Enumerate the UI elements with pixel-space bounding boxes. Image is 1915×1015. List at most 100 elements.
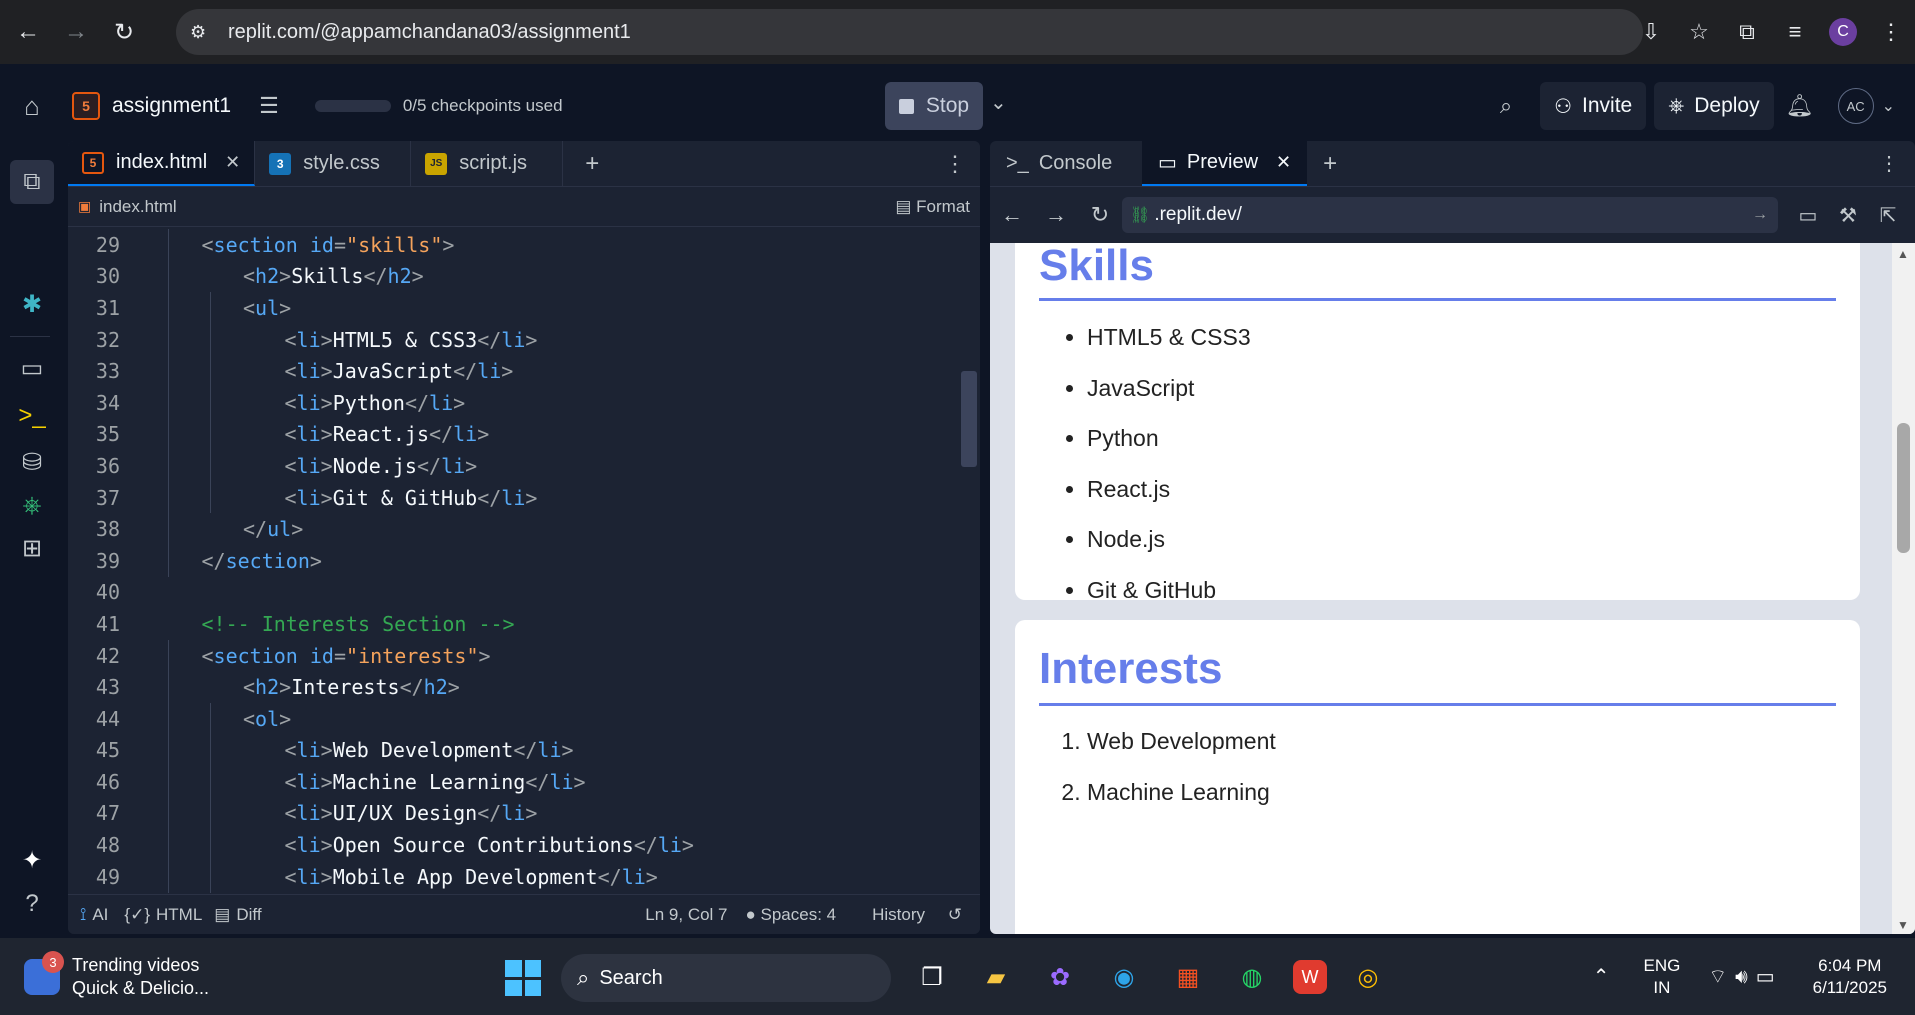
clock[interactable]: 6:04 PM 6/11/2025 bbox=[1813, 955, 1887, 999]
tab-script-js[interactable]: JS script.js bbox=[411, 141, 564, 186]
chevron-down-icon[interactable]: ⌄ bbox=[1882, 96, 1895, 116]
scroll-down-icon[interactable]: ▼ bbox=[1897, 918, 1909, 932]
edge-icon[interactable]: ◉ bbox=[1101, 954, 1147, 1000]
start-icon[interactable] bbox=[505, 960, 541, 996]
cursor-position[interactable]: Ln 9, Col 7 bbox=[645, 905, 727, 925]
code-line[interactable]: 44 <ol> bbox=[68, 703, 958, 735]
devices-icon[interactable]: ▭ bbox=[1788, 203, 1828, 228]
code-line[interactable]: 46 <li>Machine Learning</li> bbox=[68, 766, 958, 798]
deploy-button[interactable]: ⎈ Deploy bbox=[1654, 82, 1774, 130]
code-line[interactable]: 34 <li>Python</li> bbox=[68, 387, 958, 419]
stop-button[interactable]: Stop bbox=[885, 82, 983, 130]
sparkle-icon[interactable]: ✦ bbox=[0, 846, 64, 875]
breadcrumb-file[interactable]: index.html bbox=[99, 197, 176, 217]
store-icon[interactable]: ▦ bbox=[1165, 954, 1211, 1000]
task-view-icon[interactable]: ❐ bbox=[909, 954, 955, 1000]
chevron-up-icon[interactable]: ⌃ bbox=[1593, 964, 1610, 989]
repl-name[interactable]: assignment1 bbox=[112, 94, 231, 118]
add-tab-icon[interactable]: + bbox=[1307, 141, 1353, 186]
browser-menu-icon[interactable]: ⋮ bbox=[1867, 19, 1915, 45]
close-icon[interactable]: ✕ bbox=[225, 152, 240, 173]
media-controls-icon[interactable]: ≡ bbox=[1771, 19, 1819, 45]
open-new-tab-icon[interactable]: ⇱ bbox=[1868, 203, 1908, 228]
forward-icon[interactable]: → bbox=[1034, 202, 1078, 228]
scroll-up-icon[interactable]: ▲ bbox=[1897, 247, 1909, 261]
code-line[interactable]: 37 <li>Git & GitHub</li> bbox=[68, 482, 958, 514]
go-arrow-icon[interactable]: → bbox=[1752, 206, 1768, 224]
code-line[interactable]: 35 <li>React.js</li> bbox=[68, 419, 958, 451]
code-line[interactable]: 48 <li>Open Source Contributions</li> bbox=[68, 829, 958, 861]
code-line[interactable]: 29 <section id="skills"> bbox=[68, 229, 958, 261]
repl-info-icon[interactable]: ☰ bbox=[259, 93, 279, 119]
scroll-thumb[interactable] bbox=[1897, 423, 1910, 553]
code-line[interactable]: 36 <li>Node.js</li> bbox=[68, 450, 958, 482]
code-line[interactable]: 47 <li>UI/UX Design</li> bbox=[68, 798, 958, 830]
tab-index-html[interactable]: 5 index.html ✕ bbox=[68, 141, 256, 186]
tab-style-css[interactable]: 3 style.css bbox=[255, 141, 412, 186]
code-line[interactable]: 33 <li>JavaScript</li> bbox=[68, 355, 958, 387]
format-button[interactable]: ▤ Format bbox=[895, 197, 970, 217]
taskbar-search[interactable]: ⌕ Search bbox=[561, 954, 891, 1002]
code-line[interactable]: 41 <!-- Interests Section --> bbox=[68, 608, 958, 640]
history-button[interactable]: History ↺ bbox=[872, 905, 962, 925]
code-line[interactable]: 42 <section id="interests"> bbox=[68, 640, 958, 672]
widgets-button[interactable]: 3 Trending videos Quick & Delicio... bbox=[24, 951, 209, 1000]
help-icon[interactable]: ? bbox=[0, 890, 64, 918]
forward-icon[interactable]: → bbox=[56, 12, 96, 52]
language-label[interactable]: HTML bbox=[156, 905, 202, 925]
diff-label[interactable]: Diff bbox=[236, 905, 261, 925]
chrome-icon[interactable]: ◎ bbox=[1345, 954, 1391, 1000]
code-line[interactable]: 31 <ul> bbox=[68, 292, 958, 324]
bookmark-star-icon[interactable]: ☆ bbox=[1675, 19, 1723, 45]
webview-icon[interactable]: ▭ bbox=[0, 354, 64, 383]
copilot-icon[interactable]: ✿ bbox=[1037, 954, 1083, 1000]
network-volume-battery-icons[interactable]: ⌔🔊︎▭ bbox=[1708, 964, 1782, 989]
search-icon[interactable]: ⌕ bbox=[1480, 93, 1532, 119]
all-tools-icon[interactable]: ⊞ bbox=[0, 534, 64, 563]
file-explorer-icon[interactable]: ▰ bbox=[973, 954, 1019, 1000]
address-url[interactable]: replit.com/@appamchandana03/assignment1 bbox=[228, 21, 631, 44]
deployments-icon[interactable]: ⎈ bbox=[0, 492, 64, 520]
code-line[interactable]: 49 <li>Mobile App Development</li> bbox=[68, 861, 958, 893]
more-options-icon[interactable]: ⋮ bbox=[1863, 141, 1915, 186]
address-bar[interactable]: ⚙ replit.com/@appamchandana03/assignment… bbox=[176, 9, 1643, 55]
language-indicator[interactable]: ENG IN bbox=[1643, 955, 1680, 999]
shell-icon[interactable]: >_ bbox=[0, 402, 64, 430]
add-tab-icon[interactable]: + bbox=[563, 141, 621, 186]
indent-setting[interactable]: ● Spaces: 4 bbox=[746, 905, 855, 925]
preview-scrollbar[interactable]: ▲ ▼ bbox=[1892, 243, 1915, 934]
reload-icon[interactable]: ↻ bbox=[104, 12, 144, 52]
preview-url[interactable]: .replit.dev/ bbox=[1154, 204, 1242, 226]
invite-button[interactable]: ⚇ Invite bbox=[1540, 82, 1647, 130]
user-avatar[interactable]: AC bbox=[1837, 88, 1874, 124]
install-app-icon[interactable]: ⇩ bbox=[1627, 19, 1675, 45]
close-icon[interactable]: ✕ bbox=[1276, 152, 1291, 173]
agent-icon[interactable]: ✱ bbox=[0, 290, 64, 319]
preview-url-input[interactable]: ⛓ .replit.dev/ → bbox=[1122, 197, 1778, 233]
tab-preview[interactable]: ▭ Preview ✕ bbox=[1142, 141, 1308, 186]
chevron-down-icon[interactable]: ⌄ bbox=[990, 90, 1007, 115]
profile-avatar[interactable]: C bbox=[1829, 18, 1857, 46]
extensions-icon[interactable]: ⧉ bbox=[1723, 19, 1771, 45]
code-line[interactable]: 43 <h2>Interests</h2> bbox=[68, 671, 958, 703]
bell-icon[interactable]: 🔔︎ bbox=[1774, 93, 1826, 119]
whatsapp-icon[interactable]: ◍ bbox=[1229, 954, 1275, 1000]
code-line[interactable]: 30 <h2>Skills</h2> bbox=[68, 261, 958, 293]
back-icon[interactable]: ← bbox=[8, 12, 48, 52]
tab-console[interactable]: >_ Console bbox=[990, 141, 1142, 186]
devtools-icon[interactable]: ⚒ bbox=[1828, 203, 1868, 228]
code-line[interactable]: 45 <li>Web Development</li> bbox=[68, 735, 958, 767]
preview-viewport[interactable]: Skills HTML5 & CSS3JavaScriptPythonReact… bbox=[990, 243, 1915, 934]
ai-label[interactable]: AI bbox=[92, 905, 108, 925]
editor-scrollbar[interactable] bbox=[961, 371, 977, 467]
code-line[interactable]: 39 </section> bbox=[68, 545, 958, 577]
home-icon[interactable]: ⌂ bbox=[0, 91, 64, 122]
database-icon[interactable]: ⛁ bbox=[0, 448, 64, 477]
code-line[interactable]: 32 <li>HTML5 & CSS3</li> bbox=[68, 324, 958, 356]
reload-icon[interactable]: ↻ bbox=[1078, 202, 1122, 228]
code-area[interactable]: 29 <section id="skills"> 30 <h2>Skills</h2>… bbox=[68, 229, 958, 894]
site-info-icon[interactable]: ⚙ bbox=[190, 22, 218, 43]
code-line[interactable]: 38 </ul> bbox=[68, 513, 958, 545]
files-icon[interactable]: ⧉ bbox=[10, 160, 54, 204]
wps-office-icon[interactable]: W bbox=[1293, 960, 1327, 994]
